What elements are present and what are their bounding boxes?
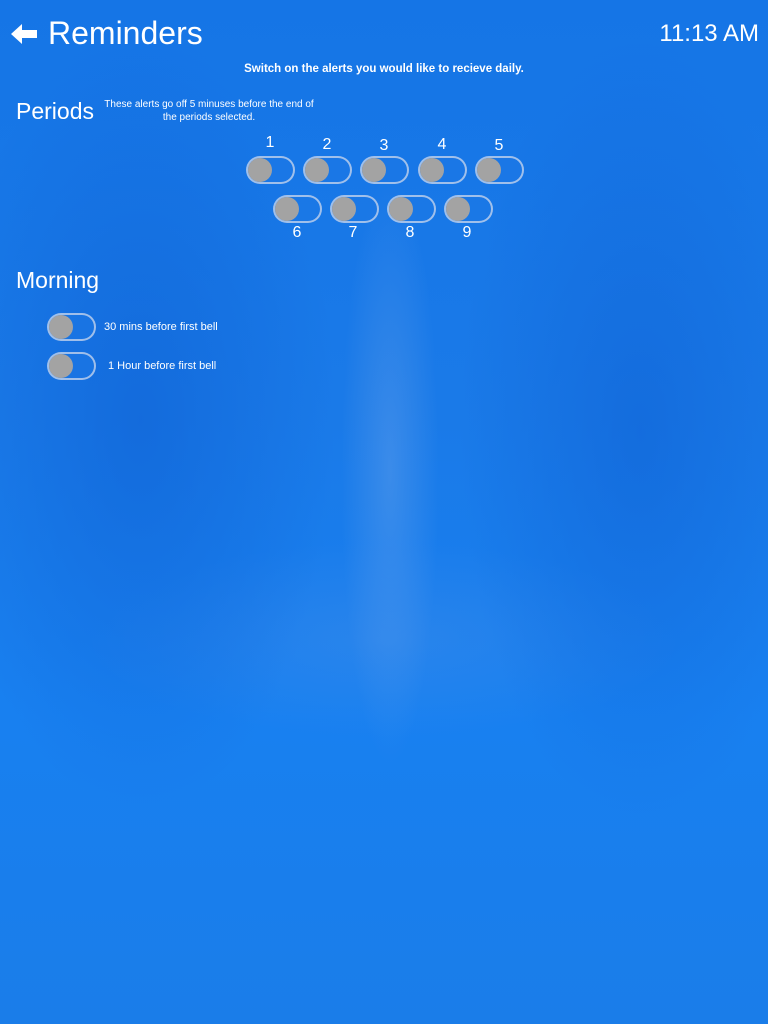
- reminders-screen: { "header": { "title": "Reminders", "tim…: [0, 0, 768, 1024]
- period-toggle-5[interactable]: [475, 156, 524, 184]
- toggle-knob: [305, 158, 329, 182]
- periods-note: These alerts go off 5 minuses before the…: [104, 99, 314, 123]
- arrow-left-icon: [11, 24, 37, 44]
- toggle-knob: [248, 158, 272, 182]
- clock-time: 11:13 AM: [659, 20, 759, 47]
- period-label-9: 9: [462, 224, 472, 241]
- morning-label-30-mins: 30 mins before first bell: [104, 321, 218, 333]
- morning-label-1-hour: 1 Hour before first bell: [108, 360, 217, 372]
- period-label-4: 4: [437, 136, 447, 153]
- period-toggle-4[interactable]: [418, 156, 467, 184]
- toggle-knob: [332, 197, 356, 221]
- toggle-knob: [477, 158, 501, 182]
- period-toggle-1[interactable]: [246, 156, 295, 184]
- period-toggle-3[interactable]: [360, 156, 409, 184]
- toggle-knob: [389, 197, 413, 221]
- instructions-text: Switch on the alerts you would like to r…: [244, 63, 524, 75]
- period-label-3: 3: [379, 137, 389, 154]
- morning-toggle-30-mins[interactable]: [47, 313, 96, 341]
- toggle-knob: [275, 197, 299, 221]
- morning-heading: Morning: [16, 267, 100, 293]
- page-title: Reminders: [48, 15, 203, 51]
- period-toggle-9[interactable]: [444, 195, 493, 223]
- header-bar: Reminders 11:13 AM: [0, 0, 768, 64]
- toggle-knob: [49, 354, 73, 378]
- back-button[interactable]: [8, 18, 40, 50]
- toggle-knob: [420, 158, 444, 182]
- period-toggle-7[interactable]: [330, 195, 379, 223]
- period-label-2: 2: [322, 136, 332, 153]
- toggle-knob: [49, 315, 73, 339]
- period-label-6: 6: [292, 224, 302, 241]
- period-toggle-8[interactable]: [387, 195, 436, 223]
- toggle-knob: [446, 197, 470, 221]
- toggle-knob: [362, 158, 386, 182]
- period-toggle-6[interactable]: [273, 195, 322, 223]
- period-label-7: 7: [348, 224, 358, 241]
- period-label-1: 1: [265, 134, 275, 151]
- periods-heading: Periods: [16, 98, 94, 124]
- morning-toggle-1-hour[interactable]: [47, 352, 96, 380]
- period-toggle-2[interactable]: [303, 156, 352, 184]
- period-label-8: 8: [405, 224, 415, 241]
- period-label-5: 5: [494, 137, 504, 154]
